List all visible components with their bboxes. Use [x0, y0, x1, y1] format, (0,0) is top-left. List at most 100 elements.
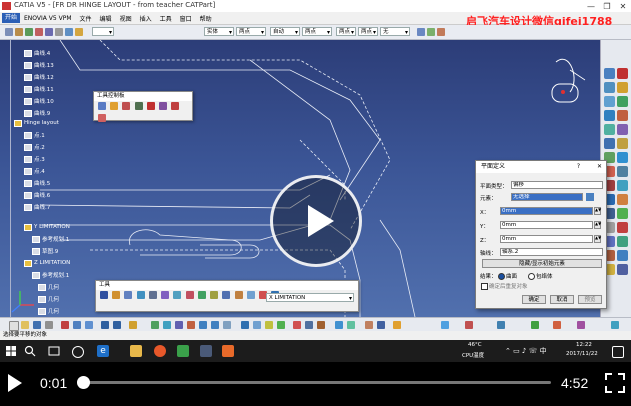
- shading-icon[interactable]: [347, 321, 355, 329]
- fly-mode-icon[interactable]: [151, 321, 159, 329]
- offset-icon[interactable]: [75, 28, 83, 36]
- start-menu-button[interactable]: 开始: [2, 13, 21, 23]
- hide-show-icon[interactable]: [265, 321, 273, 329]
- x-input[interactable]: 0mm: [500, 207, 593, 215]
- tree-item[interactable]: 草图.9: [32, 246, 58, 256]
- menu-enovia[interactable]: ENOVIA V5 VPM: [20, 15, 76, 22]
- new-icon[interactable]: [9, 321, 19, 331]
- open-icon[interactable]: [21, 321, 29, 329]
- file-explorer-icon[interactable]: [130, 345, 142, 357]
- scaling-icon[interactable]: [617, 194, 628, 205]
- draft-analysis-icon[interactable]: [497, 321, 505, 329]
- dialog-close-button[interactable]: ✕: [597, 161, 602, 173]
- select-dropdown[interactable]: [92, 27, 114, 36]
- mode-dropdown-7[interactable]: 无: [380, 27, 410, 36]
- tree-item[interactable]: 点.4: [24, 166, 45, 176]
- mode-dropdown-2[interactable]: 两点: [236, 27, 266, 36]
- cancel-button[interactable]: 取消: [550, 295, 574, 304]
- firefox-icon[interactable]: [154, 345, 166, 357]
- edge-browser-icon[interactable]: e: [97, 345, 109, 357]
- tree-item[interactable]: 曲线.4: [24, 48, 50, 58]
- update-icon[interactable]: [100, 291, 108, 299]
- axis-field[interactable]: 轴系.2: [500, 248, 603, 256]
- boundary-icon[interactable]: [617, 152, 628, 163]
- tree-item[interactable]: 点.1: [24, 130, 45, 140]
- porcupine-icon[interactable]: [577, 321, 585, 329]
- media-app-icon[interactable]: [177, 345, 189, 357]
- sweep-icon[interactable]: [604, 124, 615, 135]
- projection-icon[interactable]: [617, 82, 628, 93]
- z-spinner[interactable]: ▲▼: [594, 235, 601, 243]
- line-icon[interactable]: [617, 68, 628, 79]
- notification-icon[interactable]: [612, 346, 624, 358]
- tree-item[interactable]: 曲线.11: [24, 84, 54, 94]
- close-button[interactable]: ✕: [615, 0, 631, 12]
- plane-icon[interactable]: [604, 82, 615, 93]
- fit-all-icon[interactable]: [163, 321, 171, 329]
- zoom-in-icon[interactable]: [199, 321, 207, 329]
- datum-icon[interactable]: [210, 291, 219, 299]
- swap-icon[interactable]: [234, 291, 243, 299]
- fillet-icon[interactable]: [617, 166, 628, 177]
- extrude-icon[interactable]: [604, 110, 615, 121]
- tree-item[interactable]: 曲线.7: [24, 202, 50, 212]
- tree-item[interactable]: 曲线.10: [24, 96, 54, 106]
- hide-show-icon[interactable]: [222, 291, 231, 299]
- mode-dropdown-3[interactable]: 自动: [270, 27, 300, 36]
- menu-window[interactable]: 窗口: [176, 14, 196, 23]
- menu-file[interactable]: 文件: [76, 14, 96, 23]
- catia-taskbar-icon[interactable]: [200, 345, 212, 357]
- measure-item-icon[interactable]: [305, 321, 313, 329]
- menu-tools[interactable]: 工具: [156, 14, 176, 23]
- grid-icon[interactable]: [173, 291, 182, 299]
- axis-to-axis-icon[interactable]: [617, 208, 628, 219]
- cortana-icon[interactable]: [72, 346, 84, 358]
- y-spinner[interactable]: ▲▼: [594, 221, 601, 229]
- snap-icon[interactable]: [161, 291, 170, 299]
- print-icon[interactable]: [45, 321, 53, 329]
- mode-dropdown-5[interactable]: 两点: [336, 27, 356, 36]
- dimension-icon[interactable]: [146, 102, 155, 110]
- apply-material-icon[interactable]: [335, 321, 343, 329]
- preview-button[interactable]: 预览: [578, 295, 602, 304]
- tree-item[interactable]: 曲线.5: [24, 178, 50, 188]
- catalog-icon[interactable]: [617, 250, 628, 261]
- law-icon[interactable]: [617, 222, 628, 233]
- repeat-checkbox[interactable]: [481, 283, 488, 290]
- point-icon[interactable]: [25, 28, 33, 36]
- tree-item[interactable]: 几何: [38, 306, 59, 316]
- menu-view[interactable]: 视图: [116, 14, 136, 23]
- tree-item-y-limitation[interactable]: Y LIMITATION: [24, 222, 70, 232]
- plane-type-select[interactable]: 偏移: [511, 181, 603, 189]
- normal-view-icon[interactable]: [223, 321, 231, 329]
- menu-help[interactable]: 帮助: [196, 14, 216, 23]
- sketch-analysis-icon[interactable]: [365, 321, 373, 329]
- formula-icon[interactable]: [112, 291, 121, 299]
- tree-item[interactable]: 参考规划.1: [32, 270, 69, 280]
- auto-constraint-icon[interactable]: [171, 102, 180, 110]
- tree-item[interactable]: 点.3: [24, 154, 45, 164]
- current-set-dropdown[interactable]: X LIMITATION: [266, 293, 354, 302]
- search-icon[interactable]: [24, 345, 36, 357]
- axis-system-icon[interactable]: [136, 291, 145, 299]
- tree-item[interactable]: 参考规划.1: [32, 234, 69, 244]
- point-icon[interactable]: [604, 68, 615, 79]
- tree-item[interactable]: 几何: [38, 282, 59, 292]
- scan-icon[interactable]: [185, 291, 194, 299]
- ok-button[interactable]: 确定: [522, 295, 546, 304]
- snap-icon[interactable]: [417, 28, 425, 36]
- extrude-icon[interactable]: [65, 28, 73, 36]
- mode-dropdown-1[interactable]: 实体: [204, 27, 234, 36]
- measure-icon[interactable]: [437, 28, 445, 36]
- menu-edit[interactable]: 编辑: [96, 14, 116, 23]
- tree-item[interactable]: 曲线.12: [24, 72, 54, 82]
- snap-point-icon[interactable]: [110, 102, 119, 110]
- spline-icon[interactable]: [617, 96, 628, 107]
- split-icon[interactable]: [617, 138, 628, 149]
- z-input[interactable]: 0mm: [500, 235, 593, 243]
- duplicate-icon[interactable]: [617, 236, 628, 247]
- measure-inertia-icon[interactable]: [317, 321, 325, 329]
- bump-icon[interactable]: [617, 264, 628, 275]
- save-icon[interactable]: [33, 321, 41, 329]
- tree-item-z-limitation[interactable]: Z LIMITATION: [24, 258, 70, 268]
